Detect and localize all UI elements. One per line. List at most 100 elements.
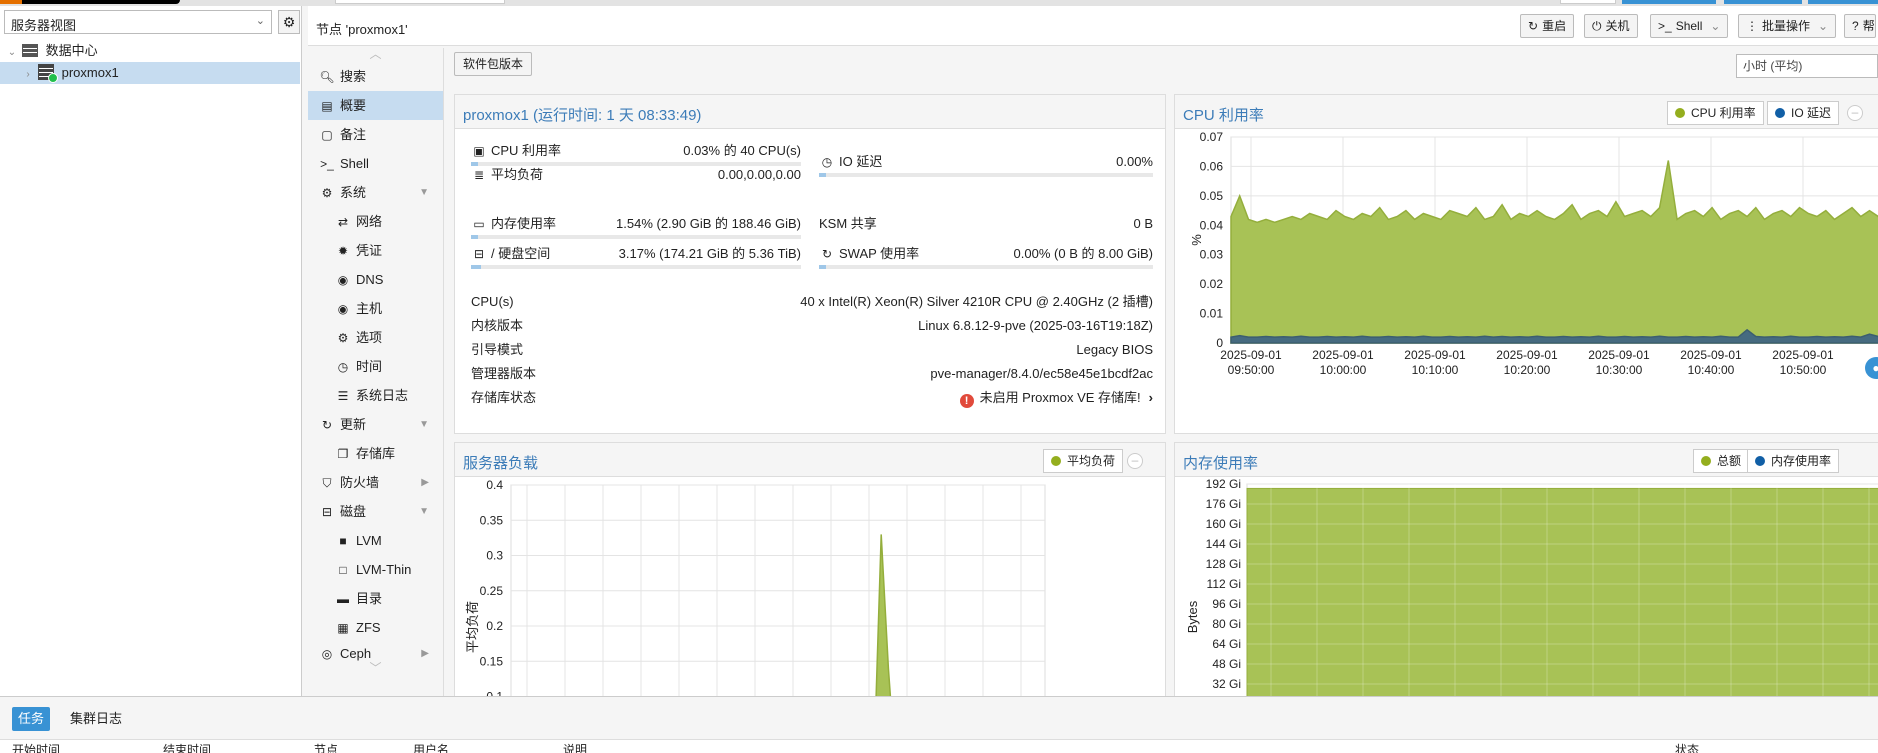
global-search-input[interactable] (335, 0, 505, 4)
nav-item-summary[interactable]: ▤ 概要 (308, 91, 443, 120)
memory-value: 1.54% (2.90 GiB 的 188.46 GiB) (616, 216, 801, 231)
nav-item-label: 时间 (356, 359, 383, 374)
disk-label: / 硬盘空间 (491, 246, 551, 261)
info-value: Linux 6.8.12-9-pve (2025-03-16T19:18Z) (918, 318, 1153, 333)
nav-item-ceph[interactable]: ◎ Ceph ▶ (308, 642, 443, 662)
nav-item-label: LVM (356, 533, 382, 548)
memory-total-area (1246, 487, 1878, 696)
panel-header: CPU 利用率 CPU 利用率 IO 延迟 – (1175, 95, 1878, 129)
column-header-start-time[interactable]: 开始时间 (12, 741, 60, 753)
nav-item-label: 系统 (340, 185, 367, 200)
tab-tasks[interactable]: 任务 (12, 707, 51, 731)
user-menu-button[interactable] (1808, 0, 1878, 4)
shell-label: Shell (1675, 19, 1703, 33)
create-vm-button[interactable] (1622, 0, 1716, 4)
nav-item-search[interactable]: 🔍︎ 搜索 (308, 62, 443, 91)
nav-item-time[interactable]: ◷ 时间 (308, 352, 443, 381)
chevron-right-icon[interactable]: ▶ (421, 642, 429, 662)
legend-total[interactable]: 总额 (1693, 449, 1750, 473)
create-ct-button[interactable] (1724, 0, 1802, 4)
x-tick-label: 2025-09-01 (1496, 348, 1558, 362)
tree-item-proxmox1[interactable]: › proxmox1 (0, 62, 300, 84)
bulk-actions-button[interactable]: ⋮ 批量操作 ⌄ (1738, 14, 1837, 38)
chevron-down-icon: ⌄ (1710, 19, 1721, 33)
nav-item-dns[interactable]: ◉ DNS (308, 265, 443, 294)
shutdown-button[interactable]: ⏻ 关机 (1584, 14, 1638, 38)
nav-item-options[interactable]: ⚙ 选项 (308, 323, 443, 352)
help-icon: ? (1852, 19, 1859, 33)
column-header-username[interactable]: 用户名 (413, 741, 449, 753)
reboot-label: 重启 (1542, 19, 1567, 33)
nav-item-label: 凭证 (356, 243, 383, 258)
x-tick-label: 2025-09-01 (1312, 348, 1374, 362)
top-button-1[interactable] (1560, 0, 1616, 4)
legend-load-average[interactable]: 平均负荷 (1043, 449, 1124, 473)
view-selector[interactable]: 服务器视图 ⌄ (4, 10, 272, 34)
legend-memory-usage[interactable]: 内存使用率 (1747, 449, 1840, 473)
scroll-up-icon[interactable]: ︿ (308, 48, 443, 62)
memory-label: 内存使用率 (491, 216, 557, 231)
shell-button[interactable]: >_ Shell ⌄ (1650, 14, 1729, 38)
swap-value: 0.00% (0 B 的 8.00 GiB) (1013, 246, 1153, 261)
refresh-icon: ↻ (321, 418, 333, 432)
nav-item-hosts[interactable]: ◉ 主机 (308, 294, 443, 323)
nav-item-repositories[interactable]: ❐ 存储库 (308, 439, 443, 468)
collapse-icon[interactable]: – (1847, 105, 1863, 121)
tab-cluster-log[interactable]: 集群日志 (64, 707, 128, 731)
legend-cpu-usage[interactable]: CPU 利用率 (1667, 101, 1764, 125)
nav-item-syslog[interactable]: ☰ 系统日志 (308, 381, 443, 410)
collapse-icon[interactable]: – (1127, 453, 1143, 469)
chart-title: CPU 利用率 (1183, 107, 1264, 124)
column-header-status[interactable]: 状态 (1675, 741, 1699, 753)
disk-space-bar-fill (471, 265, 482, 269)
x-tick-label: 2025-09-01 (1220, 348, 1282, 362)
nav-item-lvm-thin[interactable]: □ LVM-Thin (308, 555, 443, 584)
info-value: pve-manager/8.4.0/ec58e45e1bcdf2ac (930, 366, 1153, 381)
nav-item-updates[interactable]: ↻ 更新 ▼ (308, 410, 443, 439)
nav-item-shell[interactable]: >_ Shell (308, 149, 443, 178)
package-versions-button[interactable]: 软件包版本 (454, 52, 533, 76)
column-header-description[interactable]: 说明 (563, 741, 587, 753)
chevron-down-icon[interactable]: ▼ (419, 178, 429, 207)
nav-item-label: LVM-Thin (356, 562, 412, 577)
legend-io-delay[interactable]: IO 延迟 (1767, 101, 1840, 125)
node-header: 节点 'proxmox1' ↻ 重启 ⏻ 关机 >_ Shell ⌄ ⋮ 批量操作 ⌄ ? 帮 (308, 6, 1878, 46)
nav-item-lvm[interactable]: ■ LVM (308, 526, 443, 555)
repository-status-link[interactable]: ! 未启用 Proxmox VE 存储库! › (959, 389, 1153, 408)
certificate-icon: ✹ (337, 244, 349, 258)
nav-item-certificates[interactable]: ✹ 凭证 (308, 236, 443, 265)
nav-item-disks[interactable]: ⊟ 磁盘 ▼ (308, 497, 443, 526)
chevron-down-icon[interactable]: ▼ (419, 497, 429, 526)
nav-item-notes[interactable]: ▢ 备注 (308, 120, 443, 149)
help-button[interactable]: ? 帮 (1844, 14, 1876, 38)
collapse-toggle-icon[interactable]: ⌄ (6, 42, 18, 64)
y-tick-label: 48 Gi (1212, 657, 1241, 671)
column-header-end-time[interactable]: 结束时间 (163, 741, 211, 753)
column-header-node[interactable]: 节点 (314, 741, 338, 753)
nav-item-system[interactable]: ⚙ 系统 ▼ (308, 178, 443, 207)
page-title: 节点 'proxmox1' (316, 22, 408, 37)
gear-icon[interactable]: ⚙ (278, 10, 300, 34)
y-tick-label: 0.25 (480, 584, 504, 598)
nav-item-directory[interactable]: ▬ 目录 (308, 584, 443, 613)
chevron-right-icon[interactable]: ▶ (421, 468, 429, 497)
cpu-usage-chart: 2025-09-0109:50:002025-09-0110:00:002025… (1189, 130, 1878, 377)
nav-item-zfs[interactable]: ▦ ZFS (308, 613, 443, 642)
proxmox-logo (0, 0, 180, 4)
task-table-header: 开始时间 结束时间 节点 用户名 说明 状态 (0, 739, 1878, 753)
cpu-usage-row: ▣ CPU 利用率 0.03% 的 40 CPU(s) (471, 142, 801, 160)
expand-toggle-icon[interactable]: › (22, 64, 34, 86)
tree-item-datacenter[interactable]: ⌄ 数据中心 (0, 40, 300, 62)
scroll-down-icon[interactable]: ﹀ (308, 662, 443, 676)
info-key: CPU(s) (471, 294, 514, 309)
nav-item-network[interactable]: ⇄ 网络 (308, 207, 443, 236)
nav-item-firewall[interactable]: ⛉ 防火墙 ▶ (308, 468, 443, 497)
timeframe-selector[interactable]: 小时 (平均) (1736, 54, 1878, 78)
y-tick-label: 80 Gi (1212, 617, 1241, 631)
help-label: 帮 (1862, 19, 1875, 33)
load-average-row: ≣ 平均负荷 0.00,0.00,0.00 (471, 166, 801, 184)
chevron-down-icon[interactable]: ▼ (419, 410, 429, 439)
x-tick-label: 10:30:00 (1596, 363, 1643, 377)
y-tick-label: 112 Gi (1207, 577, 1241, 591)
reboot-button[interactable]: ↻ 重启 (1520, 14, 1575, 38)
